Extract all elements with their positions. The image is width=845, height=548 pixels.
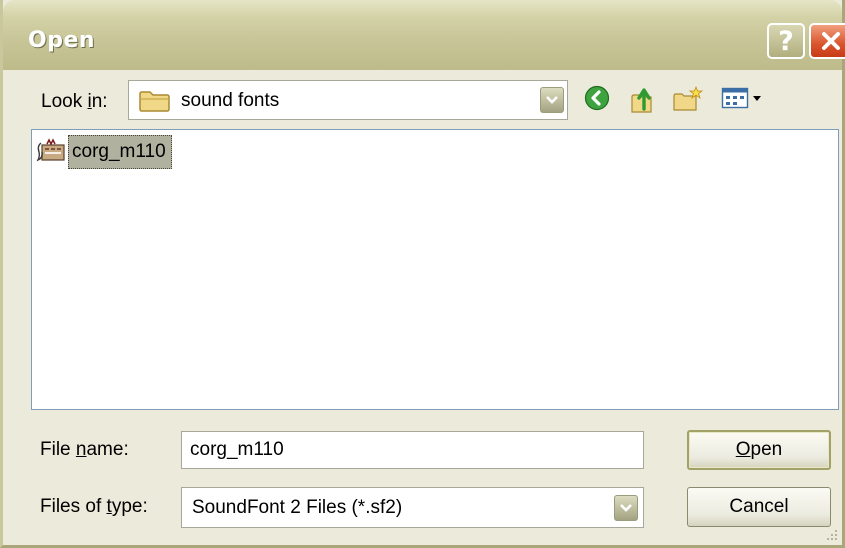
files-of-type-label: Files of type:: [40, 496, 148, 517]
files-of-type-combobox[interactable]: SoundFont 2 Files (*.sf2): [181, 487, 644, 528]
files-of-type-dropdown-button[interactable]: [614, 495, 638, 521]
file-item-label: corg_m110: [68, 135, 172, 169]
view-menu-button[interactable]: [721, 85, 765, 111]
folder-icon: [139, 91, 170, 112]
resize-grip-icon[interactable]: [826, 529, 838, 541]
look-in-combobox[interactable]: sound fonts: [128, 80, 568, 120]
file-item-corg-m110[interactable]: corg_m110: [35, 135, 172, 169]
create-new-folder-button[interactable]: [672, 85, 704, 113]
file-name-input[interactable]: [181, 431, 644, 469]
help-button[interactable]: ?: [767, 23, 805, 59]
look-in-value: sound fonts: [181, 90, 280, 111]
up-one-level-button[interactable]: [629, 85, 659, 115]
folder-up-icon: [631, 88, 652, 113]
view-menu-icon: [721, 87, 761, 109]
close-button[interactable]: [809, 23, 845, 59]
open-button[interactable]: Open: [687, 430, 831, 470]
chevron-down-icon: [620, 504, 632, 512]
chevron-down-icon: [546, 96, 558, 104]
open-dialog: Open ? Look in: sound fonts corg_m110 Fi…: [0, 0, 845, 548]
question-icon: ?: [778, 25, 794, 57]
look-in-dropdown-button[interactable]: [540, 87, 564, 113]
back-arrow-icon: [584, 85, 610, 111]
cancel-button[interactable]: Cancel: [687, 487, 831, 527]
title-bar[interactable]: Open ?: [3, 0, 845, 70]
file-list[interactable]: corg_m110: [31, 129, 839, 410]
files-of-type-value: SoundFont 2 Files (*.sf2): [192, 497, 403, 518]
look-in-label: Look in:: [41, 91, 108, 112]
soundfont-file-icon: [36, 138, 65, 162]
back-button[interactable]: [584, 85, 610, 111]
close-x-icon: [822, 32, 840, 50]
new-folder-icon: [673, 85, 704, 111]
window-title: Open: [28, 28, 96, 53]
file-name-label: File name:: [40, 439, 129, 460]
